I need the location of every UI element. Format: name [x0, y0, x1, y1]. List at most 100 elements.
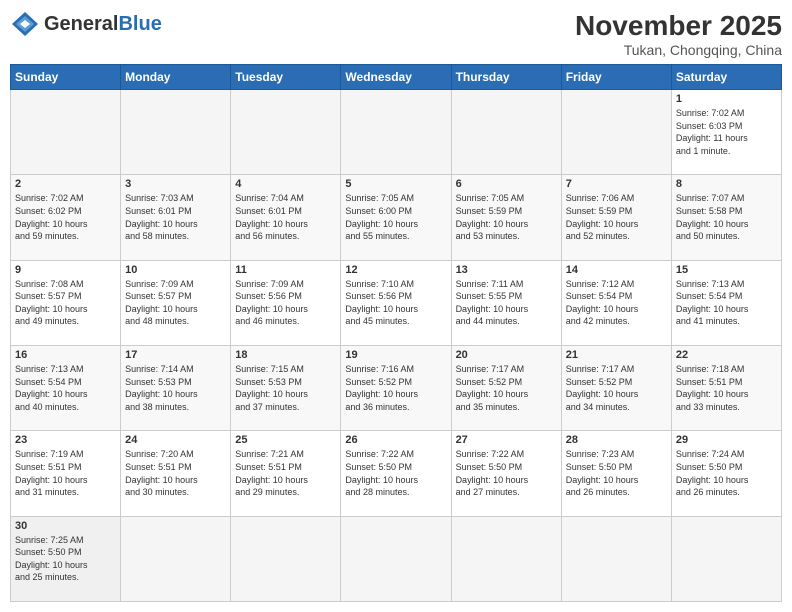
- day-number: 1: [676, 93, 777, 105]
- day-number: 19: [345, 349, 446, 361]
- calendar-day: 27 Sunrise: 7:22 AM Sunset: 5:50 PM Dayli…: [451, 431, 561, 516]
- calendar-day: [341, 516, 451, 601]
- day-number: 2: [15, 178, 116, 190]
- calendar-day: 23 Sunrise: 7:19 AM Sunset: 5:51 PM Dayli…: [11, 431, 121, 516]
- calendar-day: 3Sunrise: 7:03 AM Sunset: 6:01 PM Daylig…: [121, 175, 231, 260]
- calendar-day: [121, 516, 231, 601]
- day-info: Sunrise: 7:05 AM Sunset: 6:00 PM Dayligh…: [345, 192, 446, 242]
- calendar-day: 5 Sunrise: 7:05 AM Sunset: 6:00 PM Daylig…: [341, 175, 451, 260]
- day-info: Sunrise: 7:14 AM Sunset: 5:53 PM Dayligh…: [125, 363, 226, 413]
- calendar-day: 4 Sunrise: 7:04 AM Sunset: 6:01 PM Daylig…: [231, 175, 341, 260]
- day-info: Sunrise: 7:04 AM Sunset: 6:01 PM Dayligh…: [235, 192, 336, 242]
- calendar-day: [671, 516, 781, 601]
- day-info: Sunrise: 7:13 AM Sunset: 5:54 PM Dayligh…: [676, 278, 777, 328]
- calendar-day: [561, 516, 671, 601]
- day-number: 30: [15, 520, 116, 532]
- calendar-day: 13Sunrise: 7:11 AM Sunset: 5:55 PM Dayli…: [451, 260, 561, 345]
- day-info: Sunrise: 7:07 AM Sunset: 5:58 PM Dayligh…: [676, 192, 777, 242]
- day-number: 4: [235, 178, 336, 190]
- day-info: Sunrise: 7:21 AM Sunset: 5:51 PM Dayligh…: [235, 448, 336, 498]
- calendar-day: 12Sunrise: 7:10 AM Sunset: 5:56 PM Dayli…: [341, 260, 451, 345]
- calendar-day: 19 Sunrise: 7:16 AM Sunset: 5:52 PM Dayli…: [341, 345, 451, 430]
- page: GeneralBlue November 2025 Tukan, Chongqi…: [0, 0, 792, 612]
- day-info: Sunrise: 7:22 AM Sunset: 5:50 PM Dayligh…: [345, 448, 446, 498]
- day-info: Sunrise: 7:16 AM Sunset: 5:52 PM Dayligh…: [345, 363, 446, 413]
- month-title: November 2025: [575, 10, 782, 42]
- calendar-day: 10Sunrise: 7:09 AM Sunset: 5:57 PM Dayli…: [121, 260, 231, 345]
- day-number: 20: [456, 349, 557, 361]
- day-number: 18: [235, 349, 336, 361]
- col-wednesday: Wednesday: [341, 65, 451, 90]
- calendar-day: 29 Sunrise: 7:24 AM Sunset: 5:50 PM Dayli…: [671, 431, 781, 516]
- day-number: 6: [456, 178, 557, 190]
- col-sunday: Sunday: [11, 65, 121, 90]
- calendar-day: 15Sunrise: 7:13 AM Sunset: 5:54 PM Dayli…: [671, 260, 781, 345]
- day-number: 5: [345, 178, 446, 190]
- day-info: Sunrise: 7:02 AM Sunset: 6:02 PM Dayligh…: [15, 192, 116, 242]
- calendar-day: 11 Sunrise: 7:09 AM Sunset: 5:56 PM Dayli…: [231, 260, 341, 345]
- calendar-day: [561, 90, 671, 175]
- day-number: 26: [345, 434, 446, 446]
- calendar-week-5: 23 Sunrise: 7:19 AM Sunset: 5:51 PM Dayli…: [11, 431, 782, 516]
- day-info: Sunrise: 7:25 AM Sunset: 5:50 PM Dayligh…: [15, 534, 116, 584]
- calendar-week-4: 16Sunrise: 7:13 AM Sunset: 5:54 PM Dayli…: [11, 345, 782, 430]
- calendar-day: 20 Sunrise: 7:17 AM Sunset: 5:52 PM Dayli…: [451, 345, 561, 430]
- calendar-day: 7Sunrise: 7:06 AM Sunset: 5:59 PM Daylig…: [561, 175, 671, 260]
- title-block: November 2025 Tukan, Chongqing, China: [575, 10, 782, 58]
- header: GeneralBlue November 2025 Tukan, Chongqi…: [10, 10, 782, 58]
- day-number: 8: [676, 178, 777, 190]
- day-number: 27: [456, 434, 557, 446]
- day-number: 17: [125, 349, 226, 361]
- day-info: Sunrise: 7:09 AM Sunset: 5:56 PM Dayligh…: [235, 278, 336, 328]
- subtitle: Tukan, Chongqing, China: [575, 42, 782, 58]
- day-info: Sunrise: 7:22 AM Sunset: 5:50 PM Dayligh…: [456, 448, 557, 498]
- calendar-week-6: 30 Sunrise: 7:25 AM Sunset: 5:50 PM Dayli…: [11, 516, 782, 601]
- day-number: 13: [456, 264, 557, 276]
- calendar-week-2: 2 Sunrise: 7:02 AM Sunset: 6:02 PM Daylig…: [11, 175, 782, 260]
- day-number: 21: [566, 349, 667, 361]
- calendar-day: 17 Sunrise: 7:14 AM Sunset: 5:53 PM Dayli…: [121, 345, 231, 430]
- day-info: Sunrise: 7:23 AM Sunset: 5:50 PM Dayligh…: [566, 448, 667, 498]
- calendar-day: 25 Sunrise: 7:21 AM Sunset: 5:51 PM Dayli…: [231, 431, 341, 516]
- day-info: Sunrise: 7:03 AM Sunset: 6:01 PM Dayligh…: [125, 192, 226, 242]
- day-info: Sunrise: 7:19 AM Sunset: 5:51 PM Dayligh…: [15, 448, 116, 498]
- day-info: Sunrise: 7:24 AM Sunset: 5:50 PM Dayligh…: [676, 448, 777, 498]
- calendar-day: [451, 516, 561, 601]
- calendar-day: [231, 516, 341, 601]
- day-info: Sunrise: 7:18 AM Sunset: 5:51 PM Dayligh…: [676, 363, 777, 413]
- day-info: Sunrise: 7:17 AM Sunset: 5:52 PM Dayligh…: [566, 363, 667, 413]
- calendar-day: [231, 90, 341, 175]
- logo-text: GeneralBlue: [44, 13, 162, 36]
- calendar-day: [11, 90, 121, 175]
- col-tuesday: Tuesday: [231, 65, 341, 90]
- calendar-day: 9Sunrise: 7:08 AM Sunset: 5:57 PM Daylig…: [11, 260, 121, 345]
- day-number: 22: [676, 349, 777, 361]
- day-info: Sunrise: 7:13 AM Sunset: 5:54 PM Dayligh…: [15, 363, 116, 413]
- day-info: Sunrise: 7:17 AM Sunset: 5:52 PM Dayligh…: [456, 363, 557, 413]
- calendar-day: 21 Sunrise: 7:17 AM Sunset: 5:52 PM Dayli…: [561, 345, 671, 430]
- col-saturday: Saturday: [671, 65, 781, 90]
- header-row: Sunday Monday Tuesday Wednesday Thursday…: [11, 65, 782, 90]
- calendar-body: 1 Sunrise: 7:02 AM Sunset: 6:03 PM Daylig…: [11, 90, 782, 602]
- day-number: 23: [15, 434, 116, 446]
- day-number: 12: [345, 264, 446, 276]
- calendar-table: Sunday Monday Tuesday Wednesday Thursday…: [10, 64, 782, 602]
- day-number: 29: [676, 434, 777, 446]
- day-number: 14: [566, 264, 667, 276]
- col-friday: Friday: [561, 65, 671, 90]
- col-monday: Monday: [121, 65, 231, 90]
- day-number: 25: [235, 434, 336, 446]
- logo-icon: [10, 10, 40, 38]
- calendar-day: 1 Sunrise: 7:02 AM Sunset: 6:03 PM Daylig…: [671, 90, 781, 175]
- day-info: Sunrise: 7:20 AM Sunset: 5:51 PM Dayligh…: [125, 448, 226, 498]
- calendar-day: 30 Sunrise: 7:25 AM Sunset: 5:50 PM Dayli…: [11, 516, 121, 601]
- calendar-day: 16Sunrise: 7:13 AM Sunset: 5:54 PM Dayli…: [11, 345, 121, 430]
- day-number: 24: [125, 434, 226, 446]
- calendar-day: 14Sunrise: 7:12 AM Sunset: 5:54 PM Dayli…: [561, 260, 671, 345]
- day-info: Sunrise: 7:09 AM Sunset: 5:57 PM Dayligh…: [125, 278, 226, 328]
- calendar-day: 18Sunrise: 7:15 AM Sunset: 5:53 PM Dayli…: [231, 345, 341, 430]
- calendar-header: Sunday Monday Tuesday Wednesday Thursday…: [11, 65, 782, 90]
- calendar-day: 26 Sunrise: 7:22 AM Sunset: 5:50 PM Dayli…: [341, 431, 451, 516]
- day-number: 11: [235, 264, 336, 276]
- day-info: Sunrise: 7:02 AM Sunset: 6:03 PM Dayligh…: [676, 107, 777, 157]
